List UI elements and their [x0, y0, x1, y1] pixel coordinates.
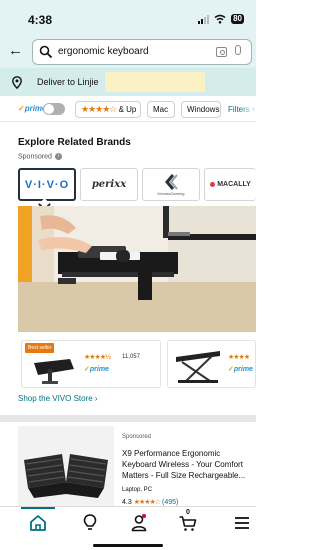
back-arrow-icon[interactable]: ←: [8, 43, 23, 59]
brand-hero-image[interactable]: [18, 206, 256, 332]
cart-tab[interactable]: 0: [178, 509, 198, 533]
star-rating-icon: ★★★★☆: [133, 499, 161, 506]
brand-tile-vivo[interactable]: V·I·V·O: [18, 168, 76, 201]
best-seller-badge: Best seller: [25, 343, 55, 353]
home-indicator: [93, 544, 163, 547]
search-icon: [39, 45, 53, 59]
bottom-navigation: 0: [0, 506, 256, 550]
filter-scroll-fade: [240, 98, 256, 121]
home-icon[interactable]: [28, 513, 48, 533]
star-rating-icon: ★★★★☆: [81, 104, 117, 114]
search-query: ergonomic keyboard: [58, 46, 149, 57]
ergonomic-keyboard-illustration: [18, 426, 114, 508]
cart-icon: [179, 516, 197, 531]
battery-icon: 80: [231, 14, 244, 24]
wifi-icon: [214, 14, 226, 24]
keyboard-tray-illustration: [18, 206, 256, 332]
prime-badge: ✓prime: [228, 366, 253, 373]
macally-logo: MACALLY: [210, 181, 251, 188]
location-pin-icon: [12, 76, 22, 89]
deliver-to-text: Deliver to Linjie: [37, 77, 99, 87]
shop-store-link[interactable]: Shop the VIVO Store ›: [18, 394, 98, 403]
search-bar-row: ← ergonomic keyboard: [0, 36, 256, 68]
perixx-logo: perixx: [91, 179, 127, 190]
brand-product-card[interactable]: Best seller ★★★★½ 11,057 ✓prime: [21, 340, 161, 388]
star-rating-icon: ★★★★½: [84, 354, 111, 361]
section-divider: [0, 415, 256, 422]
search-input[interactable]: ergonomic keyboard: [32, 39, 252, 65]
product-sponsored-label: Sponsored: [122, 434, 152, 440]
product-image[interactable]: [18, 426, 114, 508]
notification-dot: [142, 514, 146, 518]
product-subtitle: Laptop, PC: [122, 487, 153, 493]
account-icon: [131, 515, 147, 532]
cart-count: 0: [186, 509, 190, 516]
rating-filter-chip[interactable]: ★★★★☆ & Up: [75, 101, 141, 118]
mac-filter-chip[interactable]: Mac: [147, 101, 175, 118]
kinesis-logo-text: KinesisGaming: [157, 190, 185, 196]
active-tab-indicator: [21, 507, 55, 509]
brand-product-card[interactable]: ★★★★ ✓prime: [167, 340, 256, 388]
product-title[interactable]: X9 Performance Ergonomic Keyboard Wirele…: [122, 448, 256, 481]
related-brands-title: Explore Related Brands: [18, 137, 131, 148]
rating-count: 11,057: [122, 354, 140, 360]
info-icon[interactable]: i: [54, 153, 62, 160]
microphone-icon[interactable]: [235, 45, 241, 55]
macally-dot-icon: [210, 182, 216, 187]
keyboard-tray-thumbnail: [34, 359, 74, 384]
status-bar: 4:38 80: [0, 0, 256, 36]
brand-tile-perixx[interactable]: perixx: [80, 168, 138, 201]
sponsored-label: Sponsored i: [18, 153, 62, 160]
brand-tile-kinesis[interactable]: KinesisGaming: [142, 168, 200, 201]
account-tab[interactable]: [129, 513, 149, 533]
menu-icon[interactable]: [232, 513, 252, 533]
star-rating-icon: ★★★★: [228, 354, 250, 361]
signal-icon: [198, 14, 210, 24]
filter-bar: ✓prime ★★★★☆ & Up Mac Windows Filters ▾: [0, 98, 256, 122]
windows-filter-chip[interactable]: Windows: [181, 101, 221, 118]
product-rating[interactable]: 4.3 ★★★★☆ (495): [122, 498, 178, 506]
prime-toggle[interactable]: [43, 103, 65, 115]
vivo-logo: V·I·V·O: [24, 178, 70, 191]
kinesis-logo-icon: [165, 173, 178, 190]
deliver-to-row[interactable]: Deliver to Linjie: [0, 68, 256, 96]
status-icons: 80: [198, 14, 244, 24]
camera-icon[interactable]: [216, 47, 227, 57]
status-time: 4:38: [28, 13, 53, 27]
lightbulb-icon[interactable]: [80, 513, 100, 533]
brand-tile-macally[interactable]: MACALLY: [204, 168, 256, 201]
prime-badge: ✓prime: [84, 366, 109, 373]
laptop-stand-thumbnail: [176, 351, 220, 383]
address-redacted: [105, 72, 205, 92]
